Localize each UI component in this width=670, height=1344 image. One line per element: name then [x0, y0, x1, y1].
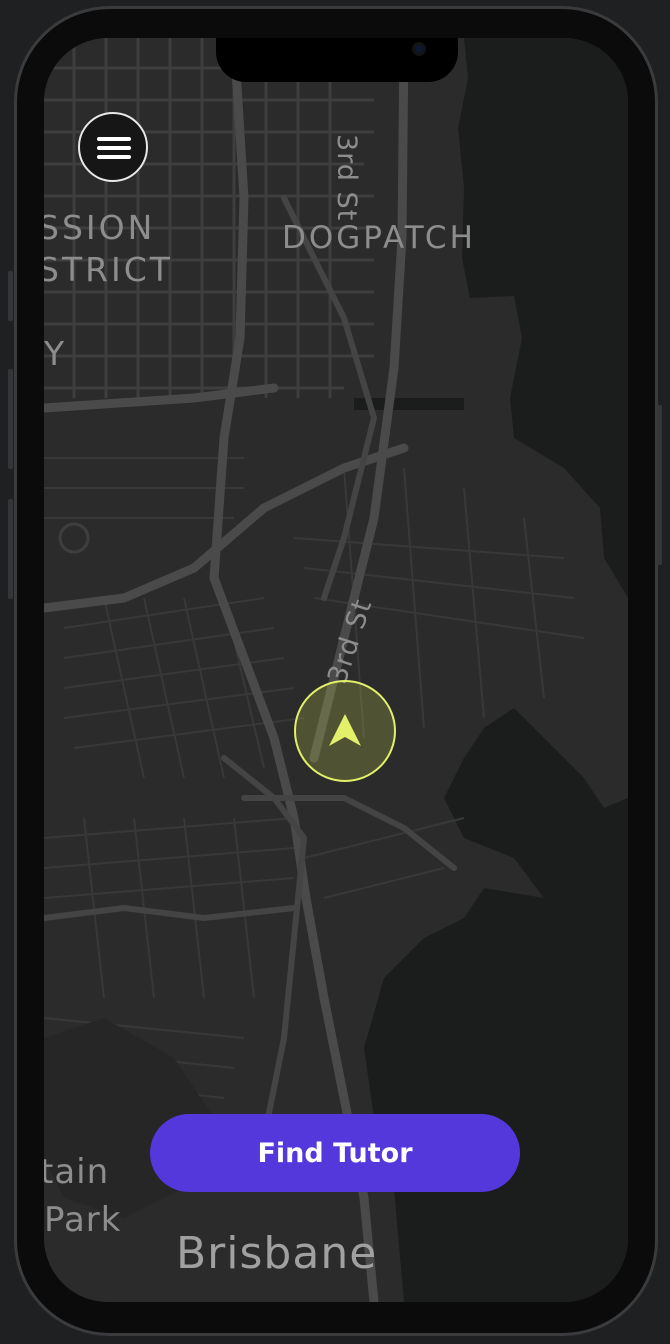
- map-label-district: STRICT: [44, 250, 173, 289]
- volume-down-button: [8, 499, 13, 599]
- find-tutor-button[interactable]: Find Tutor: [150, 1114, 520, 1192]
- map-label-park-line2: Park: [44, 1200, 122, 1240]
- map-label-partial: Y: [44, 334, 68, 373]
- camera-icon: [412, 42, 426, 56]
- map-label-dogpatch: DOGPATCH: [282, 220, 476, 256]
- hamburger-menu-icon: [97, 146, 131, 150]
- app-screen: SSION STRICT Y DOGPATCH 3rd St 3rd St ta…: [44, 38, 628, 1302]
- power-button: [657, 405, 662, 565]
- street-label-3rd-st-north: 3rd St: [331, 134, 362, 222]
- menu-button[interactable]: [78, 112, 148, 182]
- map-label-mission: SSION: [44, 208, 156, 247]
- navigation-arrow-icon: [329, 714, 361, 746]
- map-label-park-line1: tain: [44, 1152, 110, 1192]
- map-label-brisbane: Brisbane: [176, 1228, 378, 1279]
- silent-switch: [8, 271, 13, 321]
- notch: [216, 38, 458, 82]
- volume-up-button: [8, 369, 13, 469]
- hamburger-menu-icon: [97, 155, 131, 159]
- hamburger-menu-icon: [97, 137, 131, 141]
- current-location-marker[interactable]: [294, 680, 396, 782]
